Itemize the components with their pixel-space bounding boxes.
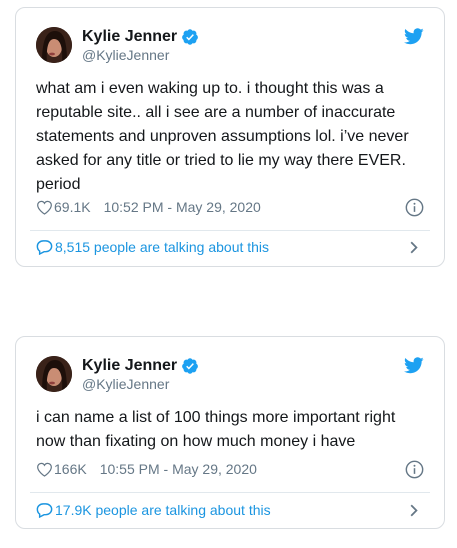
info-icon[interactable]: [405, 198, 424, 217]
conversation-link[interactable]: 17.9K people are talking about this: [36, 499, 426, 521]
conversation-count[interactable]: 17.9K people are talking about this: [55, 502, 271, 518]
verified-badge-icon: [182, 358, 199, 374]
author-block[interactable]: Kylie Jenner @KylieJenner: [82, 357, 199, 393]
like-count[interactable]: 166K: [54, 461, 87, 477]
author-block[interactable]: Kylie Jenner @KylieJenner: [82, 28, 199, 64]
conversation-link[interactable]: 8,515 people are talking about this: [36, 236, 426, 258]
chevron-right-icon[interactable]: [410, 504, 418, 517]
tweet-text: i can name a list of 100 things more imp…: [36, 409, 396, 450]
tweet-meta: 69.1K 10:52 PM - May 29, 2020: [36, 197, 426, 217]
speech-bubble-icon: [36, 240, 53, 256]
speech-bubble-icon: [36, 503, 53, 519]
tweet-header: Kylie Jenner @KylieJenner: [36, 356, 426, 396]
tweet-card[interactable]: Kylie Jenner @KylieJenner i can name a l…: [15, 336, 445, 529]
avatar[interactable]: [36, 356, 72, 392]
author-handle[interactable]: @KylieJenner: [82, 376, 199, 393]
info-icon[interactable]: [405, 460, 424, 479]
tweet-card[interactable]: Kylie Jenner @KylieJenner what am i even…: [15, 7, 445, 267]
twitter-bird-icon[interactable]: [404, 357, 424, 374]
conversation-count[interactable]: 8,515 people are talking about this: [55, 239, 269, 255]
avatar[interactable]: [36, 27, 72, 63]
tweet-timestamp[interactable]: 10:52 PM - May 29, 2020: [104, 199, 261, 215]
divider: [30, 492, 430, 493]
chevron-right-icon[interactable]: [410, 241, 418, 254]
heart-icon[interactable]: [36, 200, 53, 215]
author-display-name[interactable]: Kylie Jenner: [82, 357, 177, 375]
tweet-header: Kylie Jenner @KylieJenner: [36, 27, 426, 67]
like-count[interactable]: 69.1K: [54, 199, 91, 215]
twitter-bird-icon[interactable]: [404, 28, 424, 45]
author-handle[interactable]: @KylieJenner: [82, 47, 199, 64]
tweet-timestamp[interactable]: 10:55 PM - May 29, 2020: [100, 461, 257, 477]
tweet-text: what am i even waking up to. i thought t…: [36, 80, 409, 193]
tweet-meta: 166K 10:55 PM - May 29, 2020: [36, 459, 426, 479]
heart-icon[interactable]: [36, 462, 53, 477]
verified-badge-icon: [182, 29, 199, 45]
divider: [30, 230, 430, 231]
author-display-name[interactable]: Kylie Jenner: [82, 28, 177, 46]
